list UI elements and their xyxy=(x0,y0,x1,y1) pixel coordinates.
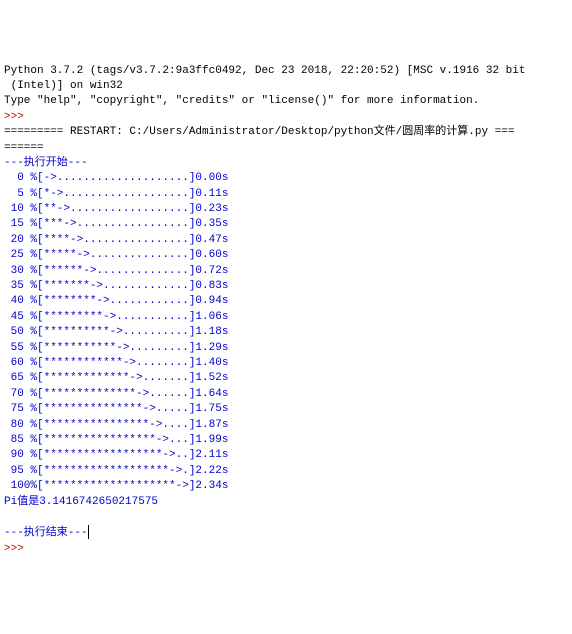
progress-line: 5 %[*->...................]0.11s xyxy=(4,188,228,200)
progress-line: 30 %[******->..............]0.72s xyxy=(4,265,228,277)
progress-line: 15 %[***->.................]0.35s xyxy=(4,218,228,230)
cursor xyxy=(88,525,89,539)
progress-line: 70 %[**************->......]1.64s xyxy=(4,388,228,400)
progress-line: 100%[********************->]2.34s xyxy=(4,480,228,492)
prompt: >>> xyxy=(4,543,30,555)
progress-line: 0 %[->....................]0.00s xyxy=(4,172,228,184)
progress-line: 65 %[*************->.......]1.52s xyxy=(4,372,228,384)
prompt: >>> xyxy=(4,111,30,123)
exec-start: ---执行开始--- xyxy=(4,157,88,169)
progress-line: 35 %[*******->.............]0.83s xyxy=(4,280,228,292)
progress-line: 90 %[******************->..]2.11s xyxy=(4,449,228,461)
progress-line: 80 %[****************->....]1.87s xyxy=(4,419,228,431)
progress-line: 55 %[***********->.........]1.29s xyxy=(4,342,228,354)
progress-line: 10 %[**->..................]0.23s xyxy=(4,203,228,215)
python-version-line1: Python 3.7.2 (tags/v3.7.2:9a3ffc0492, De… xyxy=(4,65,526,77)
progress-line: 20 %[****->................]0.47s xyxy=(4,234,228,246)
terminal-output[interactable]: Python 3.7.2 (tags/v3.7.2:9a3ffc0492, De… xyxy=(4,64,568,558)
progress-line: 85 %[*****************->...]1.99s xyxy=(4,434,228,446)
python-version-line2: (Intel)] on win32 xyxy=(4,80,123,92)
progress-line: 45 %[*********->...........]1.06s xyxy=(4,311,228,323)
progress-line: 75 %[***************->.....]1.75s xyxy=(4,403,228,415)
progress-line: 60 %[************->........]1.40s xyxy=(4,357,228,369)
progress-line: 40 %[********->............]0.94s xyxy=(4,295,228,307)
result-line: Pi值是3.1416742650217575 xyxy=(4,496,158,508)
progress-line: 95 %[*******************->.]2.22s xyxy=(4,465,228,477)
restart-line1: ========= RESTART: C:/Users/Administrato… xyxy=(4,126,514,138)
progress-line: 25 %[*****->...............]0.60s xyxy=(4,249,228,261)
progress-line: 50 %[**********->..........]1.18s xyxy=(4,326,228,338)
exec-end: ---执行结束--- xyxy=(4,527,88,539)
restart-line2: ====== xyxy=(4,142,44,154)
help-hint-line: Type "help", "copyright", "credits" or "… xyxy=(4,95,479,107)
